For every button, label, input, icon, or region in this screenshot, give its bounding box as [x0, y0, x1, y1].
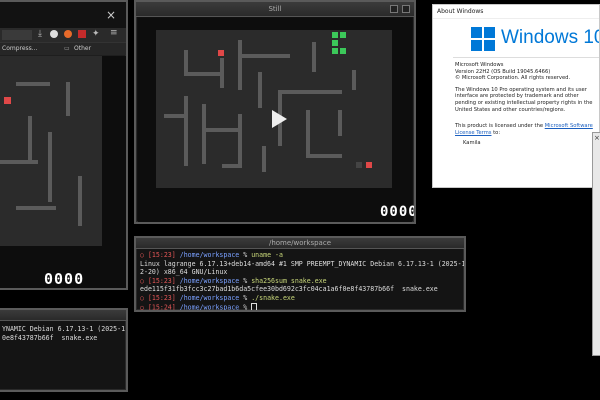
maze-wall [220, 58, 224, 88]
browser-window: × ⤓ ✦ ≡ Compress... ▭ Other Bookmarks 00… [0, 0, 128, 290]
snake-segment [332, 32, 338, 38]
about-titlebar[interactable]: About Windows [433, 5, 599, 19]
terminal-titlebar[interactable] [0, 310, 126, 321]
maze-wall [338, 110, 342, 136]
windows-logo-icon [471, 40, 482, 51]
maze-wall [306, 110, 310, 158]
windows-logo-text: Windows 10 [501, 27, 600, 48]
maze-wall [202, 128, 242, 132]
terminal-prompt-line: ○ [15:23] /home/workspace % uname -a [140, 251, 283, 259]
food-pellet [4, 97, 11, 104]
terminal-output-line: ede115f31fb3fcc3c27bad1b6da5cfee30bd692c… [140, 285, 438, 294]
maze-wall [278, 90, 342, 94]
terminal-output-line: Linux lagrange 6.17.13+deb14-amd64 #1 SM… [140, 259, 466, 268]
maze-wall [164, 114, 184, 118]
menu-icon[interactable]: ≡ [110, 28, 118, 38]
terminal-line: 0e8f43787b66f snake.exe [2, 333, 98, 342]
maze-wall [16, 82, 50, 86]
bookmarks-bar: Compress... ▭ Other Bookmarks [0, 43, 126, 64]
snake-segment [340, 32, 346, 38]
food-pellet [366, 162, 372, 168]
about-windows-dialog: About Windows Windows 10 Microsoft Windo… [432, 4, 600, 188]
snake-window: Still 0000 [134, 0, 416, 224]
terminal-output-line: 2-20) x86_64 GNU/Linux [140, 268, 228, 277]
maze-wall [184, 72, 224, 76]
maze-wall [238, 114, 242, 168]
maze-wall [78, 176, 82, 226]
maze-wall [0, 160, 38, 164]
windows-logo-icon [484, 27, 495, 38]
maze-wall [352, 70, 356, 90]
extensions-puzzle-icon[interactable]: ✦ [92, 29, 100, 39]
maze-wall [306, 154, 342, 158]
snake-segment [340, 48, 346, 54]
game-canvas[interactable]: 0000 [138, 18, 414, 222]
window-title: Still [268, 5, 282, 13]
close-tab-icon[interactable]: × [106, 8, 116, 22]
snake-segment [332, 48, 338, 54]
windows-logo-icon [471, 27, 482, 38]
addon-icon[interactable] [78, 30, 86, 38]
play-icon[interactable] [272, 110, 287, 128]
maze-wall [184, 96, 188, 166]
terminal-window-bottom: YNAMIC Debian 6.17.13-1 (2025-1 0e8f4378… [0, 308, 128, 392]
snake-titlebar[interactable]: Still [136, 2, 414, 17]
copyright: © Microsoft Corporation. All rights rese… [455, 75, 571, 82]
minimize-button[interactable] [390, 5, 398, 13]
browser-game-canvas[interactable]: 0000 [0, 56, 126, 288]
terminal-window: /home/workspace ○ [15:23] /home/workspac… [134, 236, 466, 312]
maze-wall [262, 146, 266, 172]
license-line: This product is licensed under the Micro… [455, 123, 593, 136]
terminal-prompt-line: ○ [15:24] /home/workspace % [140, 302, 460, 310]
terminal-titlebar[interactable]: /home/workspace [136, 238, 464, 249]
terminal-output[interactable]: ○ [15:23] /home/workspace % uname -a Lin… [136, 249, 466, 310]
score-display: 0000 [44, 270, 85, 288]
maze-wall [238, 54, 290, 58]
terminal-prompt-line: ○ [15:23] /home/workspace % ./snake.exe [140, 293, 295, 302]
maze-wall [258, 72, 262, 108]
terminal-prompt-line: ○ [15:23] /home/workspace % sha256sum sn… [140, 276, 327, 285]
os-name: Microsoft Windows [455, 62, 504, 68]
maze-wall [16, 206, 56, 210]
folder-icon: ▭ [64, 45, 70, 52]
windows-logo-icon [484, 40, 495, 51]
snake-segment [332, 40, 338, 46]
food-pellet [218, 50, 224, 56]
licensed-user: Kamila [463, 140, 481, 147]
maze-wall [28, 116, 32, 162]
firefox-icon[interactable] [64, 30, 72, 38]
dialog-title: About Windows [437, 8, 484, 15]
bookmark-compress[interactable]: Compress... [2, 43, 38, 55]
maze-wall [312, 42, 316, 72]
windows-logo [471, 27, 495, 51]
maze-wall [48, 132, 52, 202]
url-bar[interactable] [2, 30, 32, 40]
partial-window-right: × [592, 132, 600, 356]
download-icon[interactable]: ⤓ [38, 29, 42, 39]
browser-toolbar: ⤓ ✦ ≡ [0, 28, 126, 43]
terminal-cursor [251, 302, 258, 310]
maze-wall [66, 82, 70, 116]
close-button[interactable] [402, 5, 410, 13]
about-divider [453, 57, 599, 58]
obstacle-block [356, 162, 362, 168]
trademark-paragraph: The Windows 10 Pro operating system and … [455, 86, 593, 113]
window-title: /home/workspace [268, 239, 332, 247]
browser-tab-strip: × [0, 2, 126, 28]
terminal-line: YNAMIC Debian 6.17.13-1 (2025-1 [2, 325, 126, 333]
score-display: 0000 [380, 204, 416, 220]
close-icon[interactable]: × [594, 134, 600, 142]
extension-icon[interactable] [50, 30, 58, 38]
maze-wall [202, 104, 206, 164]
maze-wall [238, 40, 242, 90]
maze-wall [222, 164, 242, 168]
